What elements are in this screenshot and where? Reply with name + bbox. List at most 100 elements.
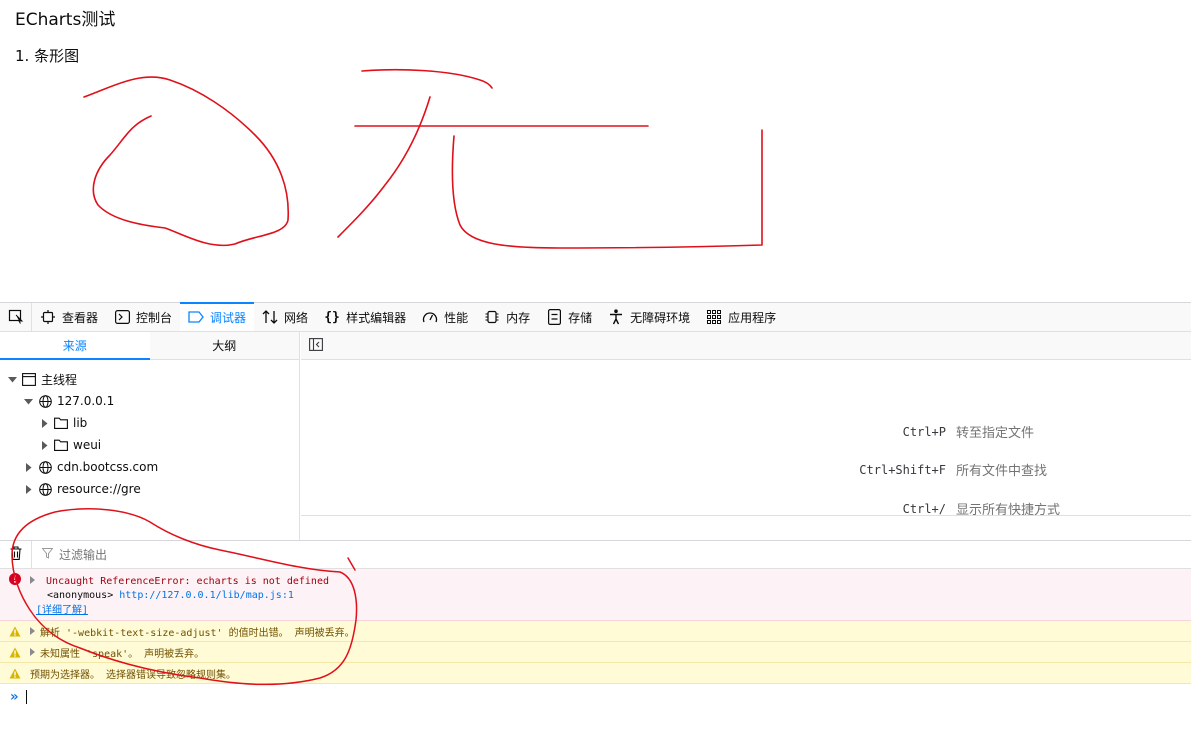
style-editor-icon: {} xyxy=(324,309,340,325)
error-body: Uncaught ReferenceError: echarts is not … xyxy=(30,569,329,620)
shortcut-key: Ctrl+P xyxy=(902,424,946,439)
tab-outline[interactable]: 大纲 xyxy=(150,332,300,359)
collapse-arrow-icon[interactable] xyxy=(22,461,34,473)
text-caret xyxy=(26,690,28,704)
tree-label: lib xyxy=(73,416,88,430)
debugger-icon xyxy=(188,309,204,325)
shortcut-key: Ctrl+Shift+F xyxy=(859,462,946,477)
console-pane: Uncaught ReferenceError: echarts is not … xyxy=(0,540,1191,737)
console-warning-message[interactable]: 解析 '-webkit-text-size-adjust' 的值时出错。 声明被… xyxy=(0,621,1191,642)
devtools-toolbar: 查看器 控制台 调试器 网络 {} 样式编辑器 性能 内存 存储 无障碍环境 应… xyxy=(0,302,1191,332)
tab-label: 调试器 xyxy=(210,310,247,325)
console-warning-message[interactable]: 未知属性 'speak'。 声明被丢弃。 xyxy=(0,642,1191,663)
tab-label: 样式编辑器 xyxy=(346,310,407,325)
warning-text: 未知属性 'speak'。 声明被丢弃。 xyxy=(40,648,205,660)
warning-text: 解析 '-webkit-text-size-adjust' 的值时出错。 声明被… xyxy=(40,627,355,639)
tree-label: weui xyxy=(73,438,102,452)
element-picker-button[interactable] xyxy=(0,303,32,331)
tab-label: 控制台 xyxy=(136,310,173,325)
tab-debugger[interactable]: 调试器 xyxy=(180,302,255,331)
shortcut-desc: 所有文件中查找 xyxy=(956,464,1048,479)
element-picker-icon xyxy=(8,308,24,327)
tab-inspector[interactable]: 查看器 xyxy=(32,303,106,331)
filter-icon xyxy=(41,547,54,562)
tree-label: 主线程 xyxy=(41,372,78,387)
folder-icon xyxy=(54,416,68,430)
expand-arrow-icon[interactable] xyxy=(30,573,40,584)
tab-console[interactable]: 控制台 xyxy=(106,303,180,331)
collapse-arrow-icon[interactable] xyxy=(38,439,50,451)
toggle-sidebar-button[interactable] xyxy=(309,336,323,355)
window-icon xyxy=(22,372,36,386)
tab-label: 性能 xyxy=(444,310,469,325)
editor-toolbar xyxy=(301,332,1191,360)
performance-icon xyxy=(422,309,438,325)
application-icon xyxy=(706,309,722,325)
filter-input[interactable] xyxy=(57,546,257,563)
prompt-chevron-icon: » xyxy=(10,689,19,705)
network-icon xyxy=(262,309,278,325)
tree-label: resource://gre xyxy=(57,482,141,496)
tab-label: 无障碍环境 xyxy=(630,310,691,325)
tree-item-main-thread[interactable]: 主线程 xyxy=(0,368,158,390)
learn-more-link[interactable]: [详细了解] xyxy=(36,604,88,618)
tab-label: 内存 xyxy=(506,310,531,325)
console-toolbar xyxy=(0,541,1191,569)
expand-arrow-icon[interactable] xyxy=(6,373,18,385)
shortcut-find-in-files[interactable]: Ctrl+Shift+F 所有文件中查找 xyxy=(806,460,1048,480)
memory-icon xyxy=(484,309,500,325)
collapse-arrow-icon[interactable] xyxy=(38,417,50,429)
console-warning-message[interactable]: 预期为选择器。 选择器错误导致忽略规则集。 xyxy=(0,663,1191,684)
tab-memory[interactable]: 内存 xyxy=(476,303,538,331)
storage-icon xyxy=(546,309,562,325)
tree-item-host[interactable]: 127.0.0.1 xyxy=(0,390,158,412)
tab-sources[interactable]: 来源 xyxy=(0,332,150,360)
folder-icon xyxy=(54,438,68,452)
warning-icon xyxy=(0,647,30,658)
tree-label: 127.0.0.1 xyxy=(57,394,115,408)
tree-item-folder-weui[interactable]: weui xyxy=(0,434,158,456)
tab-application[interactable]: 应用程序 xyxy=(698,303,784,331)
globe-icon xyxy=(38,482,52,496)
filter-box xyxy=(41,546,257,563)
frame-source-link[interactable]: http://127.0.0.1/lib/map.js:1 xyxy=(119,590,294,601)
tree-item-cdn[interactable]: cdn.bootcss.com xyxy=(0,456,158,478)
shortcut-go-to-file[interactable]: Ctrl+P 转至指定文件 xyxy=(806,422,1035,442)
frame-name: <anonymous> xyxy=(47,590,114,601)
console-input[interactable]: » xyxy=(0,684,1191,710)
tab-performance[interactable]: 性能 xyxy=(414,303,476,331)
handwritten-scribble xyxy=(83,68,763,249)
tab-network[interactable]: 网络 xyxy=(254,303,316,331)
tab-accessibility[interactable]: 无障碍环境 xyxy=(600,303,698,331)
warning-icon xyxy=(0,668,30,679)
tree-label: cdn.bootcss.com xyxy=(57,460,159,474)
tab-storage[interactable]: 存储 xyxy=(538,303,600,331)
accessibility-icon xyxy=(608,309,624,325)
inspector-icon xyxy=(40,309,56,325)
error-message-text: Uncaught ReferenceError: echarts is not … xyxy=(46,576,329,587)
editor-footer xyxy=(301,515,1191,540)
sidebar-toggle-icon xyxy=(309,336,323,355)
source-tree: 主线程 127.0.0.1 lib weui cdn.bootcss.com r… xyxy=(0,368,158,500)
collapse-arrow-icon[interactable] xyxy=(22,483,34,495)
clear-console-button[interactable] xyxy=(0,541,32,568)
trash-icon xyxy=(10,546,22,563)
tab-style-editor[interactable]: {} 样式编辑器 xyxy=(316,303,414,331)
console-error-message[interactable]: Uncaught ReferenceError: echarts is not … xyxy=(0,569,1191,621)
globe-icon xyxy=(38,394,52,408)
tab-label: 应用程序 xyxy=(728,310,777,325)
globe-icon xyxy=(38,460,52,474)
tab-label: 查看器 xyxy=(62,310,99,325)
expand-arrow-icon[interactable] xyxy=(30,627,40,635)
tab-label: 存储 xyxy=(568,310,593,325)
tree-item-resource[interactable]: resource://gre xyxy=(0,478,158,500)
expand-arrow-icon[interactable] xyxy=(30,648,40,656)
tree-item-folder-lib[interactable]: lib xyxy=(0,412,158,434)
expand-arrow-icon[interactable] xyxy=(22,395,34,407)
console-icon xyxy=(114,309,130,325)
error-icon xyxy=(0,569,30,620)
shortcut-desc: 转至指定文件 xyxy=(956,426,1035,441)
tab-label: 网络 xyxy=(284,310,309,325)
stack-frame: <anonymous> http://127.0.0.1/lib/map.js:… xyxy=(30,589,329,603)
sources-tabs: 来源 大纲 xyxy=(0,332,299,360)
